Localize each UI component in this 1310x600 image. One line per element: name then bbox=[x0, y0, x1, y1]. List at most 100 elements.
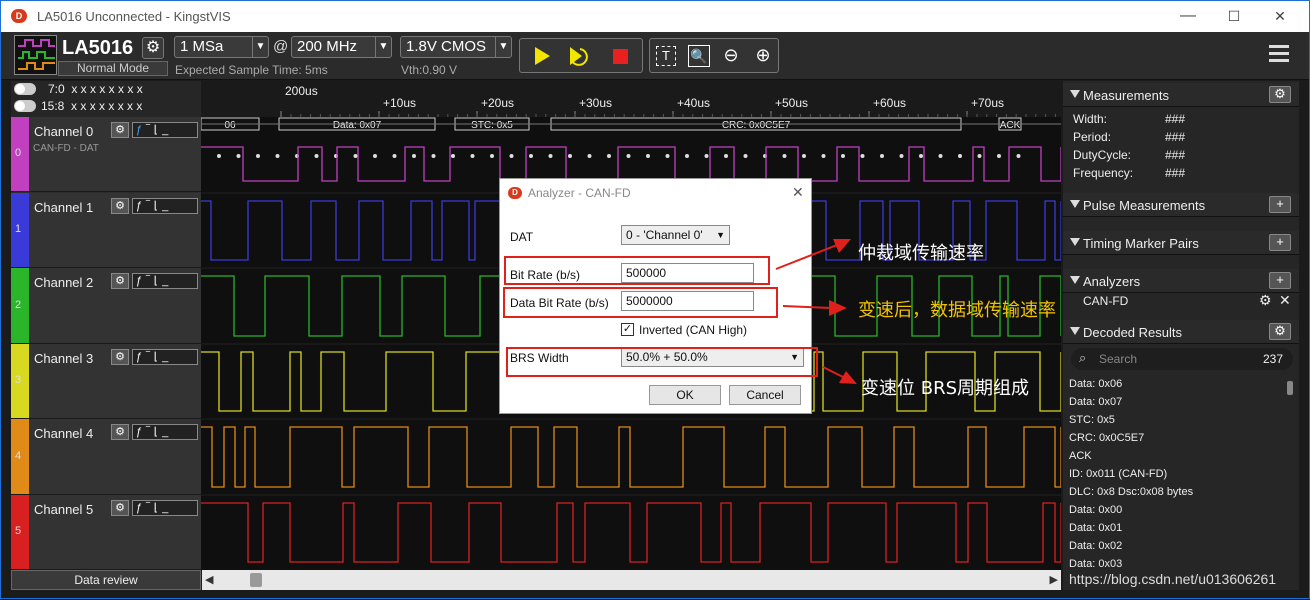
decoded-result-item[interactable]: DLC: 0x8 Dsc:0x08 bytes bbox=[1069, 486, 1193, 498]
minimize-button[interactable]: — bbox=[1173, 5, 1203, 27]
analyzers-header[interactable]: Analyzers + bbox=[1063, 269, 1299, 293]
measurement-value: ### bbox=[1165, 148, 1186, 162]
sample-depth-select[interactable]: 1 MSa ▼ bbox=[174, 36, 269, 58]
device-icon[interactable] bbox=[14, 35, 57, 75]
bus-toggle-low[interactable] bbox=[14, 83, 36, 95]
cancel-button[interactable]: Cancel bbox=[729, 385, 801, 405]
scroll-right-icon[interactable]: ▶ bbox=[1050, 573, 1058, 586]
scroll-thumb[interactable] bbox=[250, 573, 262, 587]
text-tool-icon[interactable]: T bbox=[656, 46, 676, 66]
sample-rate-value: 200 MHz bbox=[297, 38, 358, 55]
zoom-out-icon[interactable]: ⊖ bbox=[720, 45, 742, 67]
decoded-result-item[interactable]: Data: 0x06 bbox=[1069, 378, 1122, 390]
channel-gear-icon[interactable]: ⚙ bbox=[111, 349, 129, 365]
channel-gear-icon[interactable]: ⚙ bbox=[111, 424, 129, 440]
measurement-label: DutyCycle: bbox=[1073, 148, 1132, 162]
trigger-edge-icons[interactable]: ƒ‾⌊_ bbox=[132, 122, 198, 138]
trigger-edge-icons[interactable]: ƒ‾⌊_ bbox=[132, 273, 198, 289]
channel-row[interactable]: 3 Channel 3 ⚙ ƒ‾⌊_ bbox=[11, 344, 201, 419]
threshold-value: 1.8V CMOS bbox=[406, 38, 487, 55]
dialog-close-icon[interactable]: ✕ bbox=[792, 184, 804, 201]
chevron-down-icon: ▼ bbox=[252, 37, 268, 57]
zoom-in-icon[interactable]: ⊕ bbox=[752, 45, 774, 67]
channel-name[interactable]: Channel 0 bbox=[34, 124, 93, 139]
decoded-result-item[interactable]: Data: 0x00 bbox=[1069, 504, 1122, 516]
analyzer-item[interactable]: CAN-FD bbox=[1083, 294, 1128, 308]
measurement-value: ### bbox=[1165, 112, 1186, 126]
bit-sample-dot bbox=[997, 154, 1001, 158]
channel-row[interactable]: 2 Channel 2 ⚙ ƒ‾⌊_ bbox=[11, 268, 201, 344]
trigger-edge-icons[interactable]: ƒ‾⌊_ bbox=[132, 349, 198, 365]
time-ruler bbox=[201, 81, 1061, 117]
add-timing-icon[interactable]: + bbox=[1269, 234, 1291, 251]
scroll-left-icon[interactable]: ◀ bbox=[205, 573, 213, 586]
maximize-button[interactable]: ☐ bbox=[1219, 5, 1249, 27]
channel-name[interactable]: Channel 3 bbox=[34, 351, 93, 366]
measurements-gear-icon[interactable]: ⚙ bbox=[1269, 86, 1291, 103]
measurements-header[interactable]: Measurements ⚙ bbox=[1063, 83, 1299, 107]
add-analyzer-icon[interactable]: + bbox=[1269, 272, 1291, 289]
channel-name[interactable]: Channel 4 bbox=[34, 426, 93, 441]
measurement-value: ### bbox=[1165, 166, 1186, 180]
stop-icon[interactable] bbox=[612, 48, 630, 66]
window-title: LA5016 Unconnected - KingstVIS bbox=[37, 9, 231, 24]
device-settings-gear-icon[interactable]: ⚙ bbox=[142, 37, 164, 59]
decoded-result-item[interactable]: CRC: 0x0C5E7 bbox=[1069, 432, 1144, 444]
trigger-edge-icons[interactable]: ƒ‾⌊_ bbox=[132, 424, 198, 440]
channel-row[interactable]: 0 Channel 0 CAN-FD - DAT ⚙ ƒ‾⌊_ bbox=[11, 117, 201, 192]
decoded-result-item[interactable]: Data: 0x07 bbox=[1069, 396, 1122, 408]
dat-select[interactable]: 0 - 'Channel 0' ▼ bbox=[621, 225, 730, 245]
analyzer-close-icon[interactable]: ✕ bbox=[1279, 292, 1291, 309]
decoded-results-header[interactable]: Decoded Results ⚙ bbox=[1063, 320, 1299, 344]
channel-index: 4 bbox=[15, 449, 22, 462]
bit-sample-dot bbox=[412, 154, 416, 158]
channel-row[interactable]: 5 Channel 5 ⚙ ƒ‾⌊_ bbox=[11, 495, 201, 570]
vth-readout: Vth:0.90 V bbox=[401, 63, 458, 77]
sample-rate-select[interactable]: 200 MHz ▼ bbox=[291, 36, 392, 58]
decoded-result-item[interactable]: ACK bbox=[1069, 450, 1092, 462]
channel-row[interactable]: 4 Channel 4 ⚙ ƒ‾⌊_ bbox=[11, 419, 201, 495]
bit-sample-dot bbox=[938, 154, 943, 158]
repeat-start-icon[interactable] bbox=[566, 45, 592, 67]
right-panel: Measurements ⚙ Width: ### Period: ### DutyCyc… bbox=[1063, 81, 1299, 590]
channel-name[interactable]: Channel 5 bbox=[34, 502, 93, 517]
trigger-edge-icons[interactable]: ƒ‾⌊_ bbox=[132, 500, 198, 516]
inverted-checkbox[interactable]: ✓ bbox=[621, 323, 634, 336]
device-name: LA5016 bbox=[62, 37, 134, 59]
add-pulse-icon[interactable]: + bbox=[1269, 196, 1291, 213]
ok-button[interactable]: OK bbox=[649, 385, 721, 405]
threshold-select[interactable]: 1.8V CMOS ▼ bbox=[400, 36, 512, 58]
results-scroll-thumb[interactable] bbox=[1287, 381, 1293, 395]
horizontal-scrollbar[interactable]: ◀ ▶ bbox=[202, 570, 1061, 590]
decoded-result-item[interactable]: ID: 0x011 (CAN-FD) bbox=[1069, 468, 1167, 480]
decoded-result-item[interactable]: STC: 0x5 bbox=[1069, 414, 1115, 426]
bit-sample-dot bbox=[919, 154, 923, 158]
search-box[interactable]: ⌕ Search 237 bbox=[1071, 348, 1293, 370]
zoom-fit-icon[interactable]: 🔍 bbox=[688, 45, 710, 67]
pulse-measurements-header[interactable]: Pulse Measurements + bbox=[1063, 193, 1299, 217]
channel-index: 0 bbox=[15, 147, 22, 159]
sample-depth-value: 1 MSa bbox=[180, 38, 224, 55]
bus-toggle-high[interactable] bbox=[14, 100, 36, 112]
start-icon[interactable] bbox=[532, 46, 552, 66]
channel-gear-icon[interactable]: ⚙ bbox=[111, 500, 129, 516]
channel-gear-icon[interactable]: ⚙ bbox=[111, 122, 129, 138]
timing-marker-header[interactable]: Timing Marker Pairs + bbox=[1063, 231, 1299, 255]
bit-sample-dot bbox=[490, 154, 494, 158]
channel-row[interactable]: 1 Channel 1 ⚙ ƒ‾⌊_ bbox=[11, 193, 201, 268]
channel-name[interactable]: Channel 1 bbox=[34, 200, 93, 215]
channel-gear-icon[interactable]: ⚙ bbox=[111, 198, 129, 214]
analyzers-title: Analyzers bbox=[1083, 274, 1141, 289]
trigger-edge-icons[interactable]: ƒ‾⌊_ bbox=[132, 198, 198, 214]
decoded-result-item[interactable]: Data: 0x02 bbox=[1069, 540, 1122, 552]
decoded-gear-icon[interactable]: ⚙ bbox=[1269, 323, 1291, 340]
analyzer-gear-icon[interactable]: ⚙ bbox=[1259, 292, 1272, 309]
decoded-result-item[interactable]: Data: 0x01 bbox=[1069, 522, 1122, 534]
decoded-result-item[interactable]: Data: 0x03 bbox=[1069, 558, 1122, 570]
menu-hamburger-icon[interactable] bbox=[1269, 45, 1289, 63]
channel-name[interactable]: Channel 2 bbox=[34, 275, 93, 290]
channel-gear-icon[interactable]: ⚙ bbox=[111, 273, 129, 289]
search-icon: ⌕ bbox=[1079, 350, 1087, 365]
close-button[interactable]: ✕ bbox=[1265, 5, 1295, 27]
data-review-button[interactable]: Data review bbox=[11, 570, 201, 590]
